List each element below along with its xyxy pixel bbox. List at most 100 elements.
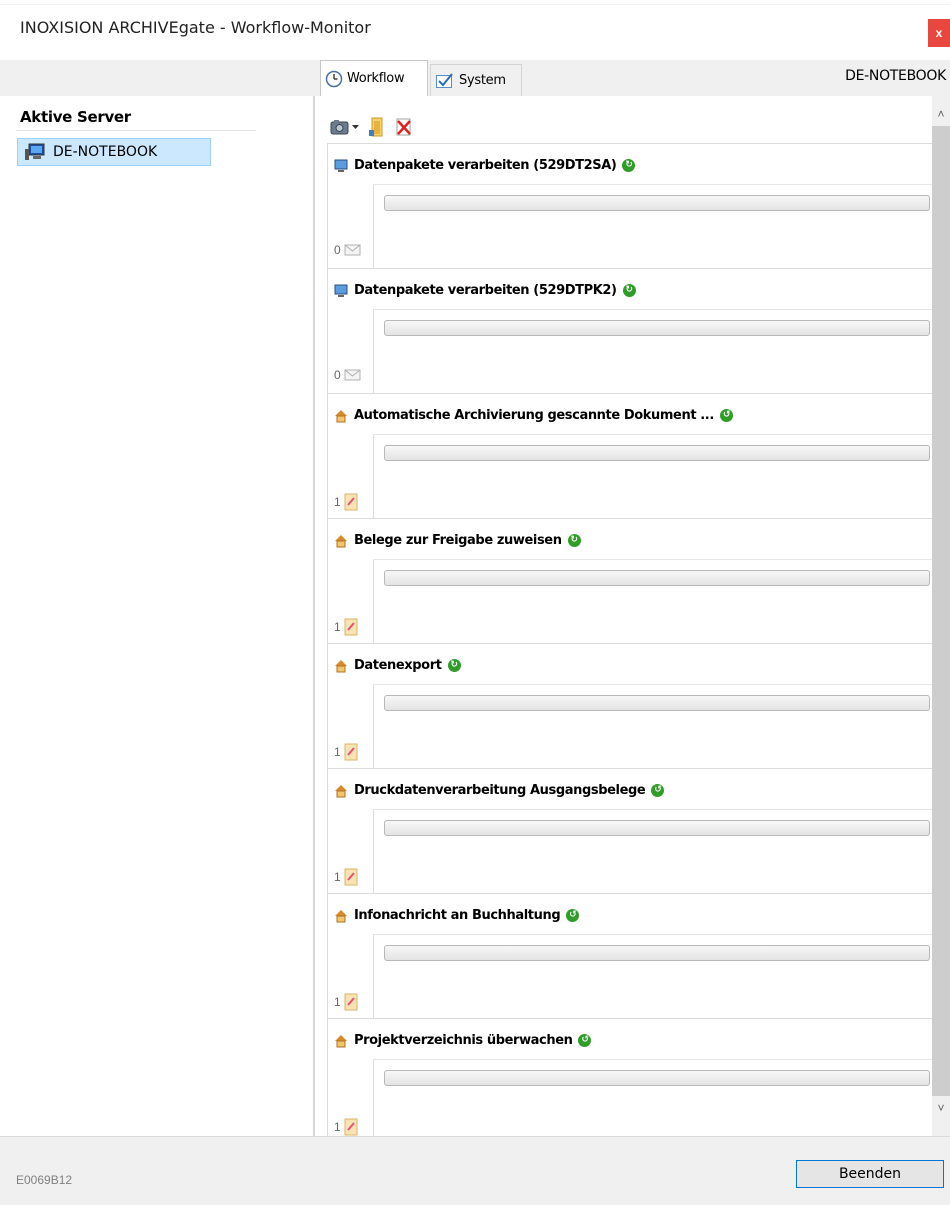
workflow-card[interactable]: Datenpakete verarbeiten (529DT2SA) ↻ 0 <box>327 143 933 268</box>
progress-bar <box>384 1070 930 1086</box>
item-count-value: 0 <box>334 243 341 257</box>
status-bar: E0069B12 Beenden <box>0 1136 950 1205</box>
workflow-header: Datenpakete verarbeiten (529DTPK2) ↻ <box>334 283 636 298</box>
workflow-header: Belege zur Freigabe zuweisen ↻ <box>334 533 581 548</box>
scrollbar-thumb[interactable] <box>932 126 950 1096</box>
item-count: 1 <box>334 868 358 886</box>
item-count-value: 1 <box>334 1120 341 1134</box>
workflow-header: Infonachricht an Buchhaltung ↺ <box>334 908 580 923</box>
progress-bar <box>384 695 930 711</box>
item-count-value: 0 <box>334 368 341 382</box>
progress-bar <box>384 945 930 961</box>
workflow-header: Datenpakete verarbeiten (529DT2SA) ↻ <box>334 158 636 173</box>
cycle-icon: ↺ <box>719 409 733 422</box>
tab-system[interactable]: System <box>430 64 522 96</box>
vertical-scrollbar[interactable]: ˄ ˅ <box>932 96 950 1136</box>
delete-icon[interactable] <box>395 117 413 137</box>
workflow-header: Druckdatenverarbeitung Ausgangsbelege ↺ <box>334 783 665 798</box>
house-icon <box>335 409 347 422</box>
workflow-body <box>373 434 933 518</box>
close-icon: x <box>935 26 943 40</box>
progress-bar <box>384 320 930 336</box>
item-count: 0 <box>334 368 362 382</box>
progress-bar <box>384 820 930 836</box>
title-bar: INOXISION ARCHIVEgate - Workflow-Monitor… <box>0 0 950 60</box>
workflow-list: Datenpakete verarbeiten (529DT2SA) ↻ 0 D… <box>327 143 933 1143</box>
progress-bar <box>384 445 930 461</box>
workflow-card[interactable]: Datenexport ↻ 1 <box>327 643 933 768</box>
workflow-card[interactable]: Druckdatenverarbeitung Ausgangsbelege ↺ … <box>327 768 933 893</box>
chevron-down-icon <box>352 125 359 129</box>
item-count-value: 1 <box>334 495 341 509</box>
cycle-icon: ↺ <box>578 1034 592 1047</box>
envelope-icon <box>344 369 361 381</box>
window-top-edge <box>0 0 950 5</box>
workflow-body <box>373 309 933 393</box>
cycle-icon: ↺ <box>651 784 665 797</box>
workflow-card[interactable]: Projektverzeichnis überwachen ↺ 1 <box>327 1018 933 1143</box>
sidebar-divider-line <box>16 130 256 131</box>
scroll-down-icon[interactable]: ˅ <box>932 1098 950 1118</box>
close-button[interactable]: x <box>928 19 950 47</box>
document-icon <box>344 1118 358 1136</box>
exit-button[interactable]: Beenden <box>796 1160 944 1188</box>
tab-strip: Workflow System <box>0 60 950 96</box>
sidebar-item-server[interactable]: DE-NOTEBOOK <box>17 138 211 166</box>
house-icon <box>335 534 347 547</box>
folder-icon[interactable] <box>368 117 386 137</box>
window-title: INOXISION ARCHIVEgate - Workflow-Monitor <box>20 18 371 37</box>
workflow-title: Infonachricht an Buchhaltung <box>354 908 561 923</box>
item-count: 1 <box>334 618 358 636</box>
computer-icon <box>25 143 45 160</box>
workflow-title: Automatische Archivierung gescannte Doku… <box>354 408 714 423</box>
document-icon <box>344 618 358 636</box>
workflow-card[interactable]: Datenpakete verarbeiten (529DTPK2) ↻ 0 <box>327 268 933 393</box>
item-count: 1 <box>334 743 358 761</box>
sidebar: Aktive Server DE-NOTEBOOK <box>0 96 313 1136</box>
workflow-header: Automatische Archivierung gescannte Doku… <box>334 408 733 423</box>
workflow-body <box>373 1059 933 1143</box>
refresh-icon: ↻ <box>622 159 636 172</box>
workflow-body <box>373 809 933 893</box>
workflow-header: Projektverzeichnis überwachen ↺ <box>334 1033 592 1048</box>
workflow-title: Druckdatenverarbeitung Ausgangsbelege <box>354 783 646 798</box>
item-count-value: 1 <box>334 870 341 884</box>
item-count: 1 <box>334 993 358 1011</box>
camera-dropdown-button[interactable] <box>330 119 359 135</box>
cycle-icon: ↺ <box>566 909 580 922</box>
refresh-icon: ↻ <box>622 284 636 297</box>
sidebar-heading: Aktive Server <box>20 108 131 126</box>
workflow-card[interactable]: Automatische Archivierung gescannte Doku… <box>327 393 933 518</box>
workflow-card[interactable]: Belege zur Freigabe zuweisen ↻ 1 <box>327 518 933 643</box>
scroll-up-icon[interactable]: ˄ <box>932 104 950 124</box>
clock-icon <box>325 70 343 87</box>
workflow-title: Belege zur Freigabe zuweisen <box>354 533 562 548</box>
workflow-body <box>373 684 933 768</box>
house-icon <box>335 909 347 922</box>
workflow-title: Datenpakete verarbeiten (529DT2SA) <box>354 158 617 173</box>
house-icon <box>335 784 347 797</box>
workflow-card[interactable]: Infonachricht an Buchhaltung ↺ 1 <box>327 893 933 1018</box>
workflow-body <box>373 184 933 268</box>
refresh-icon: ↻ <box>567 534 581 547</box>
house-icon <box>335 659 347 672</box>
workflow-title: Datenexport <box>354 658 442 673</box>
monitor-icon <box>334 159 348 172</box>
tab-workflow[interactable]: Workflow <box>320 60 428 96</box>
sidebar-item-label: DE-NOTEBOOK <box>53 144 158 160</box>
document-icon <box>344 743 358 761</box>
item-count-value: 1 <box>334 620 341 634</box>
refresh-icon: ↻ <box>447 659 461 672</box>
document-icon <box>344 493 358 511</box>
document-icon <box>344 868 358 886</box>
workflow-panel: Datenpakete verarbeiten (529DT2SA) ↻ 0 D… <box>315 96 950 1143</box>
progress-bar <box>384 195 930 211</box>
workflow-body <box>373 934 933 1018</box>
current-server-label: DE-NOTEBOOK <box>845 68 946 84</box>
progress-bar <box>384 570 930 586</box>
item-count: 1 <box>334 493 358 511</box>
item-count-value: 1 <box>334 745 341 759</box>
workflow-body <box>373 559 933 643</box>
envelope-icon <box>344 244 361 256</box>
item-count-value: 1 <box>334 995 341 1009</box>
